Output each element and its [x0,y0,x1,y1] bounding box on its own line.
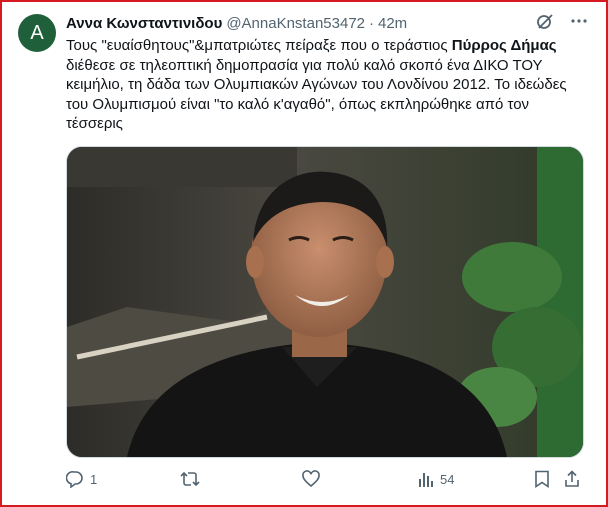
tweet-text: Τους "ευαίσθητους"&μπατριώτες πείραξε πο… [66,36,576,134]
more-icon[interactable] [570,12,588,30]
separator-dot: · [369,14,374,32]
like-icon [302,470,320,488]
reply-count: 1 [90,471,98,487]
views-button[interactable]: 54 [418,470,454,488]
reply-icon [66,470,84,488]
tweet-actions: 1 54 [66,470,582,492]
tweet-text-mention[interactable]: Πύρρος Δήμας [452,37,557,54]
share-icon [564,470,580,488]
tweet-time[interactable]: 42m [378,15,407,32]
bookmark-icon [534,470,550,488]
like-button[interactable] [302,470,326,488]
tweet-header: Αννα Κωνσταντινιδου @AnnaKnstan53472 · 4… [66,13,578,33]
reply-button[interactable]: 1 [66,470,97,488]
retweet-icon [180,470,200,488]
grok-icon[interactable] [536,12,554,30]
tweet-text-part: Τους "ευαίσθητους"&μπατριώτες πείραξε πο… [66,37,452,54]
header-icons [536,12,588,30]
author-name[interactable]: Αννα Κωνσταντινιδου [66,15,222,32]
views-icon [418,470,434,488]
tweet-photo[interactable] [66,146,584,458]
tweet-text-part: διέθεσε σε τηλεοπτική δημοπρασία για πολ… [66,56,567,133]
avatar-letter: A [30,21,44,44]
retweet-button[interactable] [180,470,206,488]
share-button[interactable] [564,470,580,488]
avatar[interactable]: A [18,14,56,52]
photo-illustration [67,147,583,457]
author-handle[interactable]: @AnnaKnstan53472 [226,15,365,32]
views-count: 54 [440,471,455,487]
bookmark-button[interactable] [534,470,550,488]
